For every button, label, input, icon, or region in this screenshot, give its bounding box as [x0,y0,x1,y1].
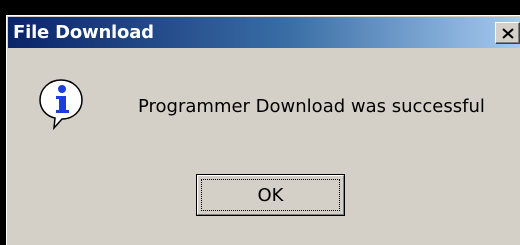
title-bar[interactable]: File Download [8,17,520,48]
ok-button[interactable]: OK [196,174,345,216]
close-icon [502,28,514,39]
window-title: File Download [13,22,154,43]
dialog-message: Programmer Download was successful [138,96,485,117]
close-button[interactable] [495,22,520,44]
ok-button-label: OK [257,185,284,206]
information-icon [37,78,85,131]
file-download-dialog: File Download Programmer Download was su… [6,15,520,245]
